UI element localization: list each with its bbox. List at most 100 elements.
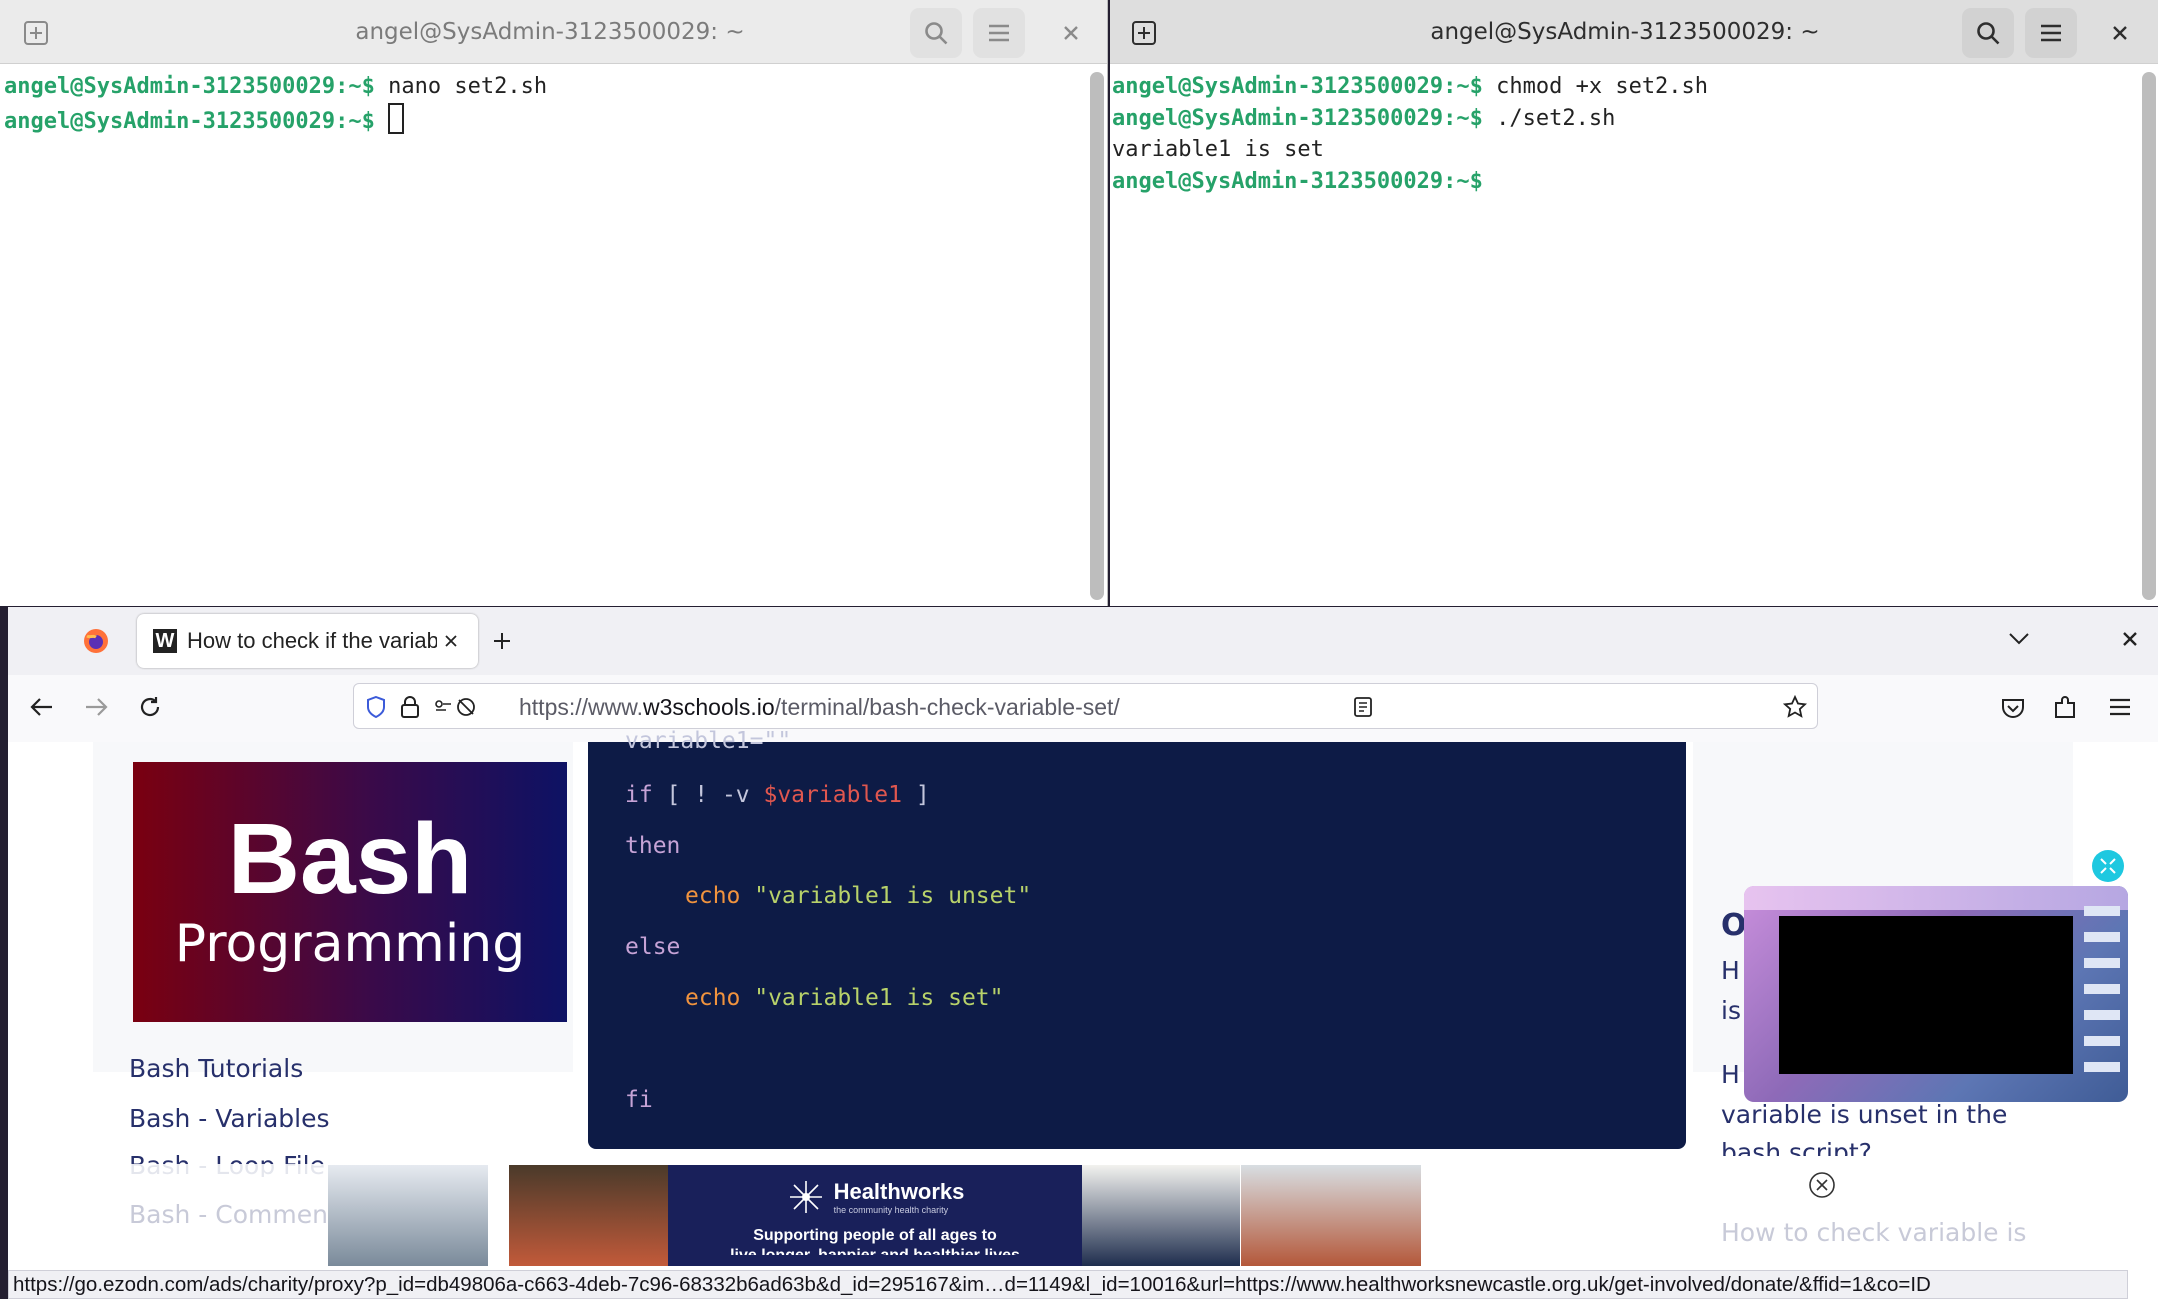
terminal-title: angel@SysAdmin-3123500029: ~ (355, 19, 745, 45)
pocket-button[interactable] (2001, 697, 2025, 723)
sidebar-link-bash-comment[interactable]: Bash - Comment (129, 1200, 338, 1229)
terminal-line: angel@SysAdmin-3123500029:~$ (1112, 168, 1483, 194)
chevron-down-icon (2009, 633, 2029, 645)
picture-in-picture-video[interactable] (1744, 886, 2128, 1102)
banner-subtitle: Programming (174, 914, 526, 974)
firefox-logo-icon[interactable] (83, 628, 109, 658)
terminal-window-left[interactable]: angel@SysAdmin-3123500029: ~ angel@SysAd… (0, 0, 1108, 606)
search-button[interactable] (910, 8, 962, 58)
lock-icon[interactable] (400, 695, 420, 719)
permissions-icon[interactable] (434, 697, 484, 717)
terminal-window-right[interactable]: angel@SysAdmin-3123500029: ~ angel@SysAd… (1110, 0, 2158, 606)
new-tab-icon (1132, 21, 1156, 45)
list-tabs-button[interactable] (2008, 631, 2030, 650)
expand-icon (2100, 858, 2116, 874)
url-text[interactable]: https://www.w3schools.io/terminal/bash-c… (519, 684, 1120, 730)
code-block: variable1="" if [ ! -v $variable1 ] then… (588, 728, 1686, 1149)
close-circle-icon (1809, 1172, 1835, 1198)
terminal-header: angel@SysAdmin-3123500029: ~ (0, 0, 1107, 64)
tab-title: How to check if the variab (187, 628, 437, 653)
scrollbar[interactable] (2142, 72, 2156, 600)
code-line: else (625, 934, 681, 960)
reload-icon (140, 697, 160, 717)
ad-photo[interactable] (328, 1165, 488, 1266)
right-link-fragment[interactable]: H (1721, 1060, 1740, 1089)
w3schools-favicon-icon: W (153, 629, 177, 653)
navigation-toolbar: https://www.w3schools.io/terminal/bash-c… (8, 675, 2158, 810)
plus-icon (494, 633, 510, 649)
bash-programming-banner: Bash Programming (133, 762, 567, 1022)
right-link-fragment[interactable]: H (1721, 956, 1740, 985)
close-icon (2123, 632, 2137, 646)
text-cursor (388, 102, 405, 134)
right-heading-fragment: O (1721, 908, 1747, 943)
hamburger-icon (2041, 24, 2061, 42)
terminal-line: angel@SysAdmin-3123500029:~$ ./set2.sh (1112, 105, 1616, 131)
tab-bar: W How to check if the variab (8, 607, 2158, 675)
right-link-fragment[interactable]: is (1721, 996, 1741, 1025)
puzzle-icon (2055, 696, 2075, 718)
back-arrow-icon (30, 698, 52, 716)
right-link-line[interactable]: bash script? (1721, 1138, 1872, 1156)
terminal-title: angel@SysAdmin-3123500029: ~ (1430, 19, 1820, 45)
shield-icon[interactable] (366, 696, 386, 718)
video-frame (1779, 916, 2073, 1074)
terminal-output[interactable]: angel@SysAdmin-3123500029:~$ chmod +x se… (1110, 64, 2158, 606)
ad-text: Supporting people of all ages to (753, 1226, 997, 1244)
forward-button[interactable] (84, 696, 108, 722)
hamburger-icon (2110, 698, 2130, 716)
hamburger-icon (989, 24, 1009, 42)
terminal-line: angel@SysAdmin-3123500029:~$ chmod +x se… (1112, 74, 1709, 99)
sidebar-link-bash-tutorials[interactable]: Bash Tutorials (129, 1054, 303, 1083)
close-icon (1064, 26, 1078, 40)
menu-button[interactable] (2025, 8, 2077, 58)
code-line: then (625, 833, 681, 859)
new-tab-button[interactable] (10, 8, 62, 58)
search-icon (1977, 22, 2000, 45)
code-line: echo "variable1 is unset" (685, 883, 1032, 909)
extensions-button[interactable] (2053, 695, 2077, 725)
terminal-line: angel@SysAdmin-3123500029:~$ nano set2.s… (4, 74, 548, 99)
scrollbar[interactable] (1090, 72, 1104, 600)
bookmark-star-icon[interactable] (1783, 695, 1807, 719)
terminal-line: variable1 is set (1112, 137, 1324, 163)
close-button[interactable] (1045, 8, 1097, 58)
pip-expand-button[interactable] (2092, 850, 2124, 882)
terminal-line: angel@SysAdmin-3123500029:~$ (4, 102, 1107, 135)
code-line: if [ ! -v $variable1 ] (625, 782, 930, 808)
search-icon (925, 22, 948, 45)
ad-brand: Healthworks (833, 1178, 965, 1204)
code-line: fi (625, 1087, 653, 1113)
menu-button[interactable] (973, 8, 1025, 58)
reload-button[interactable] (138, 695, 162, 723)
sidebar-link-bash-variables[interactable]: Bash - Variables (129, 1104, 330, 1133)
terminal-output[interactable]: angel@SysAdmin-3123500029:~$ nano set2.s… (0, 64, 1107, 606)
right-link-line[interactable]: How to check variable is (1721, 1218, 2026, 1247)
forward-arrow-icon (86, 698, 108, 716)
banner-title: Bash (227, 803, 473, 915)
reader-view-icon[interactable] (1354, 697, 1372, 717)
app-menu-button[interactable] (2109, 697, 2131, 721)
search-button[interactable] (1962, 8, 2014, 58)
window-close-button[interactable] (2122, 631, 2138, 651)
tab-active[interactable]: W How to check if the variab (137, 614, 478, 668)
code-line: echo "variable1 is set" (685, 985, 1004, 1011)
ad-photo[interactable] (1082, 1165, 1240, 1266)
ad-photo[interactable] (509, 1165, 669, 1266)
ad-text: live longer, happier and healthier lives (730, 1247, 1020, 1255)
status-bar-link-preview: https://go.ezodn.com/ads/charity/proxy?p… (8, 1270, 2128, 1299)
healthworks-logo-icon (789, 1180, 822, 1213)
close-icon (2113, 26, 2127, 40)
right-link-line[interactable]: variable is unset in the (1721, 1100, 2007, 1129)
ad-center-panel[interactable]: Healthworks the community health charity… (668, 1165, 1082, 1266)
url-bar[interactable]: https://www.w3schools.io/terminal/bash-c… (353, 683, 1818, 729)
back-button[interactable] (30, 696, 54, 722)
close-button[interactable] (2094, 8, 2146, 58)
ad-close-button[interactable] (1808, 1171, 1836, 1203)
pocket-icon (2002, 699, 2024, 718)
ad-photo[interactable] (1241, 1165, 1421, 1266)
new-tab-button[interactable] (490, 629, 514, 657)
new-tab-icon (24, 21, 48, 45)
new-tab-button[interactable] (1118, 8, 1170, 58)
tab-close-icon[interactable] (443, 633, 459, 649)
